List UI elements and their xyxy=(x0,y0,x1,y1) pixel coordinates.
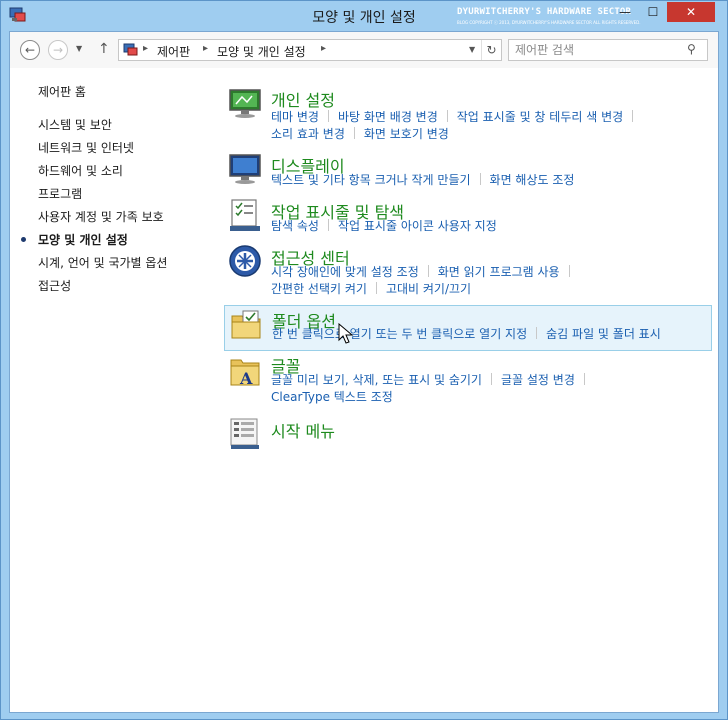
sidebar-item-user-accounts[interactable]: 사용자 계정 및 가족 보호 xyxy=(38,208,164,225)
link-preview-delete-fonts[interactable]: 글꼴 미리 보기, 삭제, 또는 표시 및 숨기기 xyxy=(271,373,482,387)
address-bar[interactable]: ▸ 제어판 ▸ 모양 및 개인 설정 ▸ ▼ ↻ xyxy=(118,39,502,61)
link-divider xyxy=(479,173,481,185)
link-show-hidden-files[interactable]: 숨김 파일 및 폴더 표시 xyxy=(546,327,661,341)
breadcrumb-control-panel[interactable]: 제어판 xyxy=(157,43,190,60)
search-icon[interactable]: ⚲ xyxy=(687,42,696,56)
link-divider xyxy=(583,373,585,385)
title-bar[interactable]: 모양 및 개인 설정 DYURWITCHERRY'S HARDWARE SECT… xyxy=(1,1,727,31)
link-divider xyxy=(327,219,329,231)
category-taskbar-navigation: 작업 표시줄 및 탐색 탐색 속성 작업 표시줄 아이콘 사용자 지정 xyxy=(224,196,712,236)
address-history-dropdown[interactable]: ▼ xyxy=(469,45,475,54)
category-links: 글꼴 미리 보기, 삭제, 또는 표시 및 숨기기 글꼴 설정 변경 ClearT… xyxy=(271,372,594,406)
link-change-desktop-background[interactable]: 바탕 화면 배경 변경 xyxy=(338,110,438,124)
sidebar-item-programs[interactable]: 프로그램 xyxy=(38,185,82,202)
maximize-button[interactable]: ☐ xyxy=(639,2,667,22)
window-client-area: ← → ▼ ↑ ▸ 제어판 ▸ 모양 및 개인 설정 ▸ ▼ ↻ ⚲ xyxy=(9,31,719,713)
link-divider xyxy=(568,265,570,277)
category-ease-of-access: 접근성 센터 시각 장애인에 맞게 설정 조정 화면 읽기 프로그램 사용 간편한… xyxy=(224,242,712,300)
link-divider xyxy=(427,265,429,277)
category-display: 디스플레이 텍스트 및 기타 항목 크거나 작게 만들기 화면 해상도 조정 xyxy=(224,150,712,190)
link-divider xyxy=(446,110,448,122)
control-panel-location-icon xyxy=(123,43,138,56)
link-sticky-keys[interactable]: 간편한 선택키 켜기 xyxy=(271,282,367,296)
link-click-to-open[interactable]: 한 번 클릭으로 열기 또는 두 번 클릭으로 열기 지정 xyxy=(272,327,527,341)
forward-button[interactable]: → xyxy=(48,40,68,60)
ease-of-access-icon xyxy=(229,245,261,277)
address-separator-icon[interactable]: ▸ xyxy=(321,43,326,54)
link-divider xyxy=(632,110,634,122)
link-adjust-cleartype[interactable]: ClearType 텍스트 조정 xyxy=(271,390,393,404)
category-title-personalization[interactable]: 개인 설정 xyxy=(271,87,335,111)
sidebar-control-panel-home[interactable]: 제어판 홈 xyxy=(38,83,86,100)
link-high-contrast[interactable]: 고대비 켜기/끄기 xyxy=(386,282,471,296)
back-button[interactable]: ← xyxy=(20,40,40,60)
link-change-theme[interactable]: 테마 변경 xyxy=(271,110,319,124)
sidebar-item-appearance[interactable]: 모양 및 개인 설정 xyxy=(38,231,128,248)
personalization-icon xyxy=(229,89,261,118)
link-text-size[interactable]: 텍스트 및 기타 항목 크거나 작게 만들기 xyxy=(271,173,471,187)
up-button[interactable]: ↑ xyxy=(98,41,110,57)
breadcrumb-appearance[interactable]: 모양 및 개인 설정 xyxy=(217,43,306,60)
link-navigation-properties[interactable]: 탐색 속성 xyxy=(271,219,319,233)
mouse-cursor-icon xyxy=(338,323,354,344)
category-title-start-menu[interactable]: 시작 메뉴 xyxy=(271,418,335,442)
link-use-screen-reader[interactable]: 화면 읽기 프로그램 사용 xyxy=(438,265,560,279)
link-screen-resolution[interactable]: 화면 해상도 조정 xyxy=(490,173,575,187)
category-links: 테마 변경 바탕 화면 배경 변경 작업 표시줄 및 창 테두리 색 변경 소리 효… xyxy=(271,109,642,143)
link-divider xyxy=(490,373,492,385)
navigation-bar: ← → ▼ ↑ ▸ 제어판 ▸ 모양 및 개인 설정 ▸ ▼ ↻ ⚲ xyxy=(10,32,718,68)
watermark-text: DYURWITCHERRY'S HARDWARE SECTOR xyxy=(457,7,632,17)
link-change-screen-saver[interactable]: 화면 보호기 변경 xyxy=(364,127,449,141)
search-box[interactable]: ⚲ xyxy=(508,39,708,61)
address-separator-icon[interactable]: ▸ xyxy=(203,43,208,54)
minimize-button[interactable]: — xyxy=(611,2,639,22)
control-panel-window: 모양 및 개인 설정 DYURWITCHERRY'S HARDWARE SECT… xyxy=(0,0,728,720)
sidebar-item-hardware-sound[interactable]: 하드웨어 및 소리 xyxy=(38,162,123,179)
category-folder-options[interactable]: 폴더 옵션 한 번 클릭으로 열기 또는 두 번 클릭으로 열기 지정 숨김 파일… xyxy=(224,305,712,351)
category-links: 텍스트 및 기타 항목 크거나 작게 만들기 화면 해상도 조정 xyxy=(271,172,574,189)
address-separator-icon[interactable]: ▸ xyxy=(143,43,148,54)
link-change-font-settings[interactable]: 글꼴 설정 변경 xyxy=(501,373,575,387)
category-links: 시각 장애인에 맞게 설정 조정 화면 읽기 프로그램 사용 간편한 선택키 켜기… xyxy=(271,264,579,298)
svg-text:A: A xyxy=(239,369,253,388)
link-divider xyxy=(536,327,538,339)
category-personalization: 개인 설정 테마 변경 바탕 화면 배경 변경 작업 표시줄 및 창 테두리 색 변… xyxy=(224,84,712,144)
refresh-button[interactable]: ↻ xyxy=(481,40,501,60)
sidebar-item-system-security[interactable]: 시스템 및 보안 xyxy=(38,116,112,133)
sidebar-item-ease-of-access[interactable]: 접근성 xyxy=(38,277,71,294)
category-links: 한 번 클릭으로 열기 또는 두 번 클릭으로 열기 지정 숨김 파일 및 폴더 … xyxy=(272,326,661,343)
start-menu-icon xyxy=(230,418,259,449)
link-divider xyxy=(353,127,355,139)
folder-options-icon xyxy=(231,310,261,339)
recent-locations-dropdown[interactable]: ▼ xyxy=(76,44,82,53)
link-customize-taskbar-icons[interactable]: 작업 표시줄 아이콘 사용자 지정 xyxy=(338,219,497,233)
search-input[interactable] xyxy=(515,42,675,58)
close-button[interactable]: ✕ xyxy=(667,2,715,22)
display-icon xyxy=(229,154,261,184)
link-divider xyxy=(327,110,329,122)
fonts-icon: A xyxy=(230,359,260,388)
sidebar-item-clock-language[interactable]: 시계, 언어 및 국가별 옵션 xyxy=(38,254,167,271)
category-start-menu: 시작 메뉴 xyxy=(224,414,712,454)
current-item-bullet-icon xyxy=(21,237,26,242)
link-change-sound-effects[interactable]: 소리 효과 변경 xyxy=(271,127,345,141)
taskbar-icon xyxy=(230,199,260,231)
sidebar-item-network-internet[interactable]: 네트워크 및 인터넷 xyxy=(38,139,134,156)
link-change-taskbar-color[interactable]: 작업 표시줄 및 창 테두리 색 변경 xyxy=(457,110,623,124)
link-divider xyxy=(375,282,377,294)
link-optimize-visual-display[interactable]: 시각 장애인에 맞게 설정 조정 xyxy=(271,265,419,279)
category-fonts: A 글꼴 글꼴 미리 보기, 삭제, 또는 표시 및 숨기기 글꼴 설정 변경 C… xyxy=(224,352,712,410)
category-links: 탐색 속성 작업 표시줄 아이콘 사용자 지정 xyxy=(271,218,497,235)
